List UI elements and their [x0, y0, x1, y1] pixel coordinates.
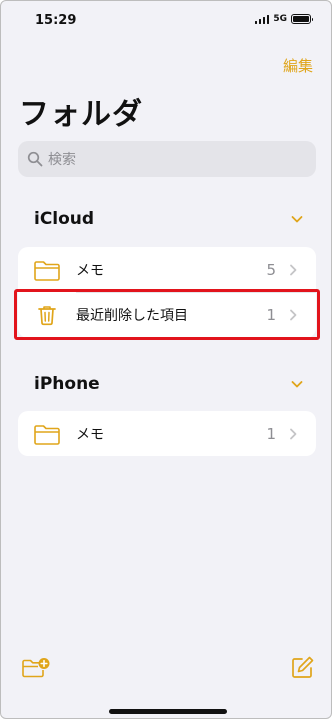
- folder-label: メモ: [76, 262, 104, 279]
- page-title: フォルダ: [19, 97, 143, 132]
- folder-row-recently-deleted[interactable]: 最近削除した項目 1: [18, 292, 316, 337]
- folder-icon: [33, 422, 61, 446]
- folder-label: 最近削除した項目: [76, 307, 188, 324]
- folder-row-icloud-notes[interactable]: メモ 5: [18, 247, 316, 293]
- section-header-icloud[interactable]: iCloud: [34, 209, 304, 229]
- chevron-down-icon[interactable]: [290, 377, 304, 391]
- trash-icon: [33, 303, 61, 327]
- search-field[interactable]: 検索: [18, 141, 316, 177]
- status-time: 15:29: [35, 13, 77, 28]
- network-type: 5G: [273, 14, 287, 24]
- home-indicator: [109, 709, 227, 714]
- search-icon: [27, 151, 43, 167]
- chevron-right-icon: [290, 428, 297, 439]
- battery-icon: [291, 14, 313, 24]
- folder-label: メモ: [76, 426, 104, 443]
- section-title-iphone: iPhone: [34, 374, 100, 394]
- section-title-icloud: iCloud: [34, 209, 95, 229]
- folder-count: 1: [266, 305, 276, 324]
- edit-button[interactable]: 編集: [283, 55, 313, 76]
- signal-icon: [254, 14, 270, 24]
- chevron-down-icon[interactable]: [290, 212, 304, 226]
- icloud-folder-list: メモ 5 最近削除した項目 1: [18, 247, 316, 338]
- folder-row-iphone-notes[interactable]: メモ 1: [18, 411, 316, 456]
- status-indicators: 5G: [254, 14, 313, 24]
- compose-icon[interactable]: [289, 655, 315, 681]
- search-placeholder: 検索: [48, 152, 76, 168]
- folder-count: 5: [266, 260, 276, 279]
- chevron-right-icon: [290, 264, 297, 275]
- section-header-iphone[interactable]: iPhone: [34, 374, 304, 394]
- chevron-right-icon: [290, 309, 297, 320]
- folder-count: 1: [266, 424, 276, 443]
- status-bar: 15:29 5G: [1, 1, 331, 45]
- new-folder-icon[interactable]: [21, 655, 51, 681]
- phone-screen: 15:29 5G 編集 フォルダ 検索 iCloud メモ 5 最近削除した項目…: [0, 0, 332, 719]
- folder-icon: [33, 258, 61, 282]
- iphone-folder-list: メモ 1: [18, 411, 316, 456]
